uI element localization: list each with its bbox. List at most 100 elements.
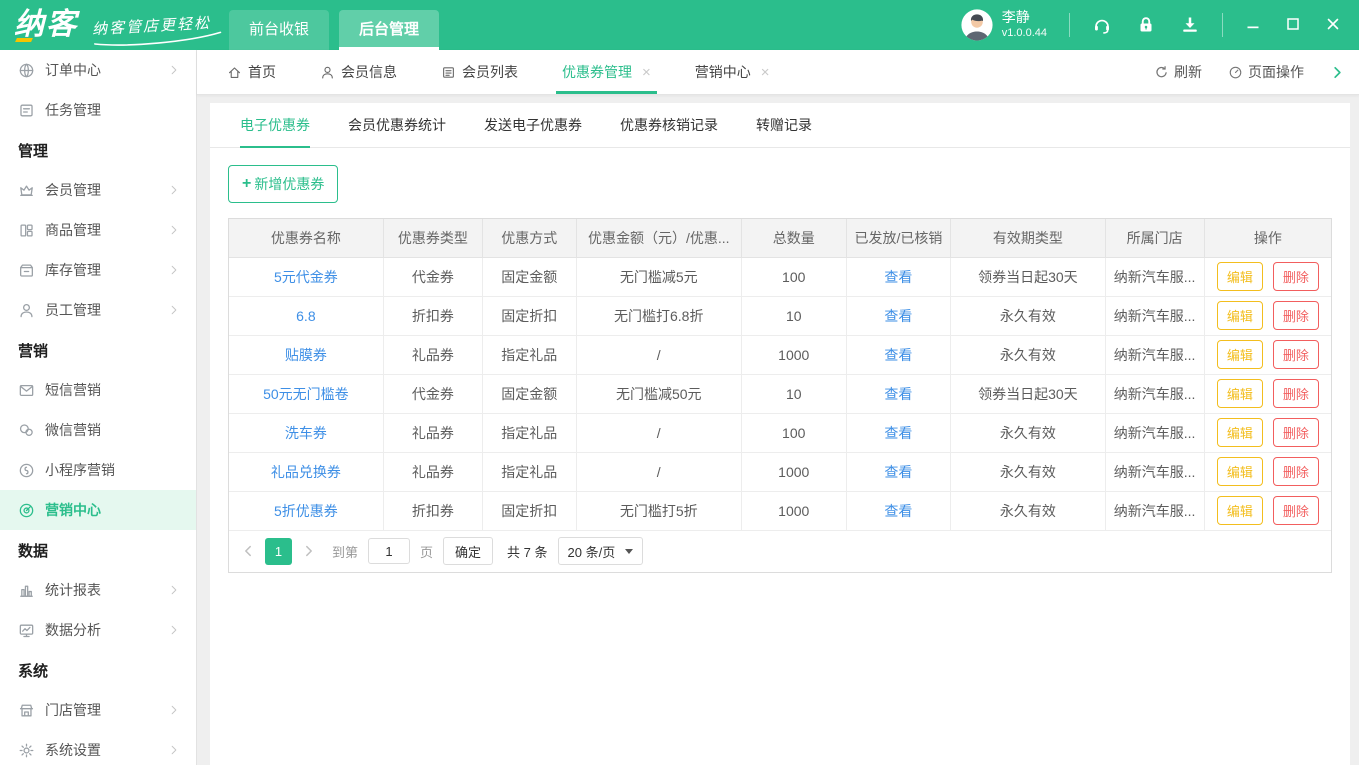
download-icon[interactable] [1180,15,1200,35]
total-quantity-cell: 100 [741,413,846,452]
top-nav-front-cashier[interactable]: 前台收银 [229,10,329,50]
per-page-select[interactable]: 20 条/页 [558,537,644,565]
sidebar-item-order-center[interactable]: 订单中心 [0,50,196,90]
delete-button[interactable]: 删除 [1273,379,1319,408]
subtab-send-e-coupon[interactable]: 发送电子优惠券 [484,103,582,147]
sidebar-item-member-management[interactable]: 会员管理 [0,170,196,210]
sidebar-item-wechat-marketing[interactable]: 微信营销 [0,410,196,450]
sidebar-item-data-analysis[interactable]: 数据分析 [0,610,196,650]
top-nav-backend-management[interactable]: 后台管理 [339,10,439,50]
sidebar-item-stats-report[interactable]: 统计报表 [0,570,196,610]
close-tab-icon[interactable]: × [642,64,651,81]
coupon-name-link[interactable]: 6.8 [296,308,315,324]
view-issued-link[interactable]: 查看 [884,503,912,519]
current-page-button[interactable]: 1 [265,538,292,565]
header-divider [1222,13,1223,37]
list-icon [441,65,456,80]
coupon-name-link[interactable]: 5元代金券 [274,269,338,285]
subtab-e-coupon[interactable]: 电子优惠券 [240,103,310,147]
inventory-icon [18,262,35,279]
delete-button[interactable]: 删除 [1273,418,1319,447]
coupon-name-link[interactable]: 贴膜券 [285,347,327,363]
lock-icon[interactable] [1136,15,1156,35]
discount-method-cell: 指定礼品 [482,335,576,374]
chevron-right-icon [168,64,180,76]
view-issued-link[interactable]: 查看 [884,269,912,285]
coupon-name-link[interactable]: 洗车券 [285,425,327,441]
delete-button[interactable]: 删除 [1273,340,1319,369]
delete-button[interactable]: 删除 [1273,262,1319,291]
confirm-page-button[interactable]: 确定 [443,537,493,565]
view-issued-link[interactable]: 查看 [884,347,912,363]
table-row: 50元无门槛卷代金券固定金额无门槛减50元10查看领券当日起30天纳新汽车服..… [229,374,1331,413]
delete-button[interactable]: 删除 [1273,496,1319,525]
subtab-member-coupon-stats[interactable]: 会员优惠券统计 [348,103,446,147]
store-cell: 纳新汽车服... [1105,257,1204,296]
view-issued-link[interactable]: 查看 [884,425,912,441]
sidebar-item-task-management[interactable]: 任务管理 [0,90,196,130]
close-tab-icon[interactable]: × [761,64,770,81]
tab-home[interactable]: 首页 [227,50,276,94]
column-header: 所属门店 [1105,219,1204,257]
tab-marketing-center[interactable]: 营销中心× [695,50,770,94]
sidebar-item-staff-management[interactable]: 员工管理 [0,290,196,330]
total-quantity-cell: 1000 [741,452,846,491]
page-operations-button[interactable]: 页面操作 [1228,62,1304,82]
total-count-label: 共 7 条 [507,542,547,561]
subtab-transfer-records[interactable]: 转赠记录 [756,103,812,147]
edit-button[interactable]: 编辑 [1217,340,1263,369]
discount-amount-cell: / [576,335,741,374]
tab-member-list[interactable]: 会员列表 [441,50,518,94]
view-issued-link[interactable]: 查看 [884,386,912,402]
tab-member-info[interactable]: 会员信息 [320,50,397,94]
sidebar-item-store-management[interactable]: 门店管理 [0,690,196,730]
minimize-button[interactable] [1245,16,1261,35]
goto-page-input[interactable] [368,538,410,564]
maximize-button[interactable] [1285,16,1301,35]
app-logo: 纳客 [14,0,78,50]
delete-button[interactable]: 删除 [1273,301,1319,330]
sidebar-item-goods-management[interactable]: 商品管理 [0,210,196,250]
edit-button[interactable]: 编辑 [1217,418,1263,447]
refresh-button[interactable]: 刷新 [1154,62,1202,82]
total-quantity-cell: 10 [741,296,846,335]
edit-button[interactable]: 编辑 [1217,457,1263,486]
discount-method-cell: 固定金额 [482,257,576,296]
sidebar-item-marketing-center[interactable]: 营销中心 [0,490,196,530]
view-issued-link[interactable]: 查看 [884,464,912,480]
chevron-right-icon [168,264,180,276]
close-button[interactable] [1325,16,1341,35]
user-name: 李静 [1002,9,1047,27]
add-coupon-button[interactable]: + 新增优惠券 [228,165,338,203]
pagination: 1 到第 页 确定 共 7 条 20 条/页 [229,531,1331,572]
tab-scroll-right-icon[interactable] [1330,65,1345,80]
customer-service-icon[interactable] [1092,15,1112,35]
prev-page-icon[interactable] [241,544,255,558]
edit-button[interactable]: 编辑 [1217,262,1263,291]
user-block[interactable]: 李静 v1.0.0.44 [960,8,1047,42]
coupon-name-link[interactable]: 5折优惠券 [274,503,338,519]
sms-icon [18,382,35,399]
view-issued-link[interactable]: 查看 [884,308,912,324]
edit-button[interactable]: 编辑 [1217,496,1263,525]
delete-button[interactable]: 删除 [1273,457,1319,486]
total-quantity-cell: 1000 [741,335,846,374]
sidebar-item-system-settings[interactable]: 系统设置 [0,730,196,765]
coupon-type-cell: 代金券 [383,257,482,296]
table-row: 5折优惠券折扣券固定折扣无门槛打5折1000查看永久有效纳新汽车服...编辑删除 [229,491,1331,530]
coupon-name-link[interactable]: 礼品兑换券 [271,464,341,480]
sidebar-item-inventory-management[interactable]: 库存管理 [0,250,196,290]
next-page-icon[interactable] [302,544,316,558]
sidebar-item-sms-marketing[interactable]: 短信营销 [0,370,196,410]
store-icon [18,702,35,719]
coupon-name-link[interactable]: 50元无门槛卷 [263,386,349,402]
store-cell: 纳新汽车服... [1105,374,1204,413]
tab-coupon-management[interactable]: 优惠券管理× [562,50,651,94]
sidebar-item-miniprogram-marketing[interactable]: 小程序营销 [0,450,196,490]
sidebar-section-marketing: 营销 [0,330,196,370]
edit-button[interactable]: 编辑 [1217,301,1263,330]
edit-button[interactable]: 编辑 [1217,379,1263,408]
app-version: v1.0.0.44 [1002,27,1047,41]
subtab-coupon-verify-records[interactable]: 优惠券核销记录 [620,103,718,147]
chevron-right-icon [168,224,180,236]
